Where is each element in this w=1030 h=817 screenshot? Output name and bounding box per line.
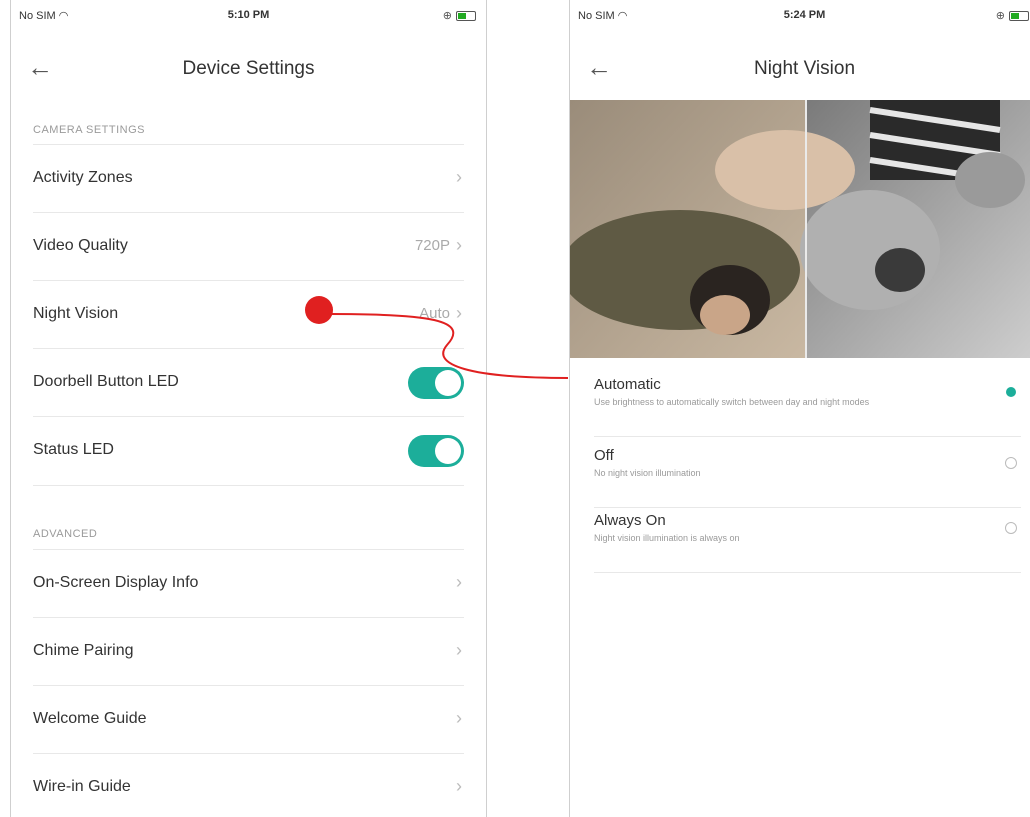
doorbell-button-led-row: Doorbell Button LED bbox=[33, 348, 464, 417]
status-bar: No SIM ◠ 5:10 PM ⊕ bbox=[11, 0, 486, 30]
status-led-row: Status LED bbox=[33, 416, 464, 486]
row-value: Auto bbox=[419, 305, 450, 322]
option-off[interactable]: Off No night vision illumination bbox=[594, 447, 1021, 508]
chevron-right-icon: › bbox=[456, 640, 462, 660]
status-time: 5:24 PM bbox=[783, 9, 826, 21]
option-description: No night vision illumination bbox=[594, 468, 701, 478]
option-automatic[interactable]: Automatic Use brightness to automaticall… bbox=[594, 376, 1021, 437]
option-title: Off bbox=[594, 447, 614, 464]
status-led-toggle[interactable] bbox=[408, 435, 464, 467]
activity-zones-row[interactable]: Activity Zones › bbox=[33, 144, 464, 213]
camera-settings-header: CAMERA SETTINGS bbox=[33, 124, 146, 136]
wire-in-guide-row[interactable]: Wire-in Guide › bbox=[33, 753, 464, 817]
nav-bar: ← Device Settings bbox=[11, 50, 486, 90]
chevron-right-icon: › bbox=[456, 303, 462, 323]
chevron-right-icon: › bbox=[456, 235, 462, 255]
battery-icon: ⊕ bbox=[443, 9, 476, 22]
row-label: Wire-in Guide bbox=[33, 778, 131, 795]
status-bar: No SIM ◠ 5:24 PM ⊕ bbox=[570, 0, 1030, 30]
battery-icon: ⊕ bbox=[996, 9, 1029, 22]
chevron-right-icon: › bbox=[456, 708, 462, 728]
radio-unselected-icon[interactable] bbox=[1005, 457, 1017, 469]
video-quality-row[interactable]: Video Quality 720P › bbox=[33, 212, 464, 281]
option-description: Use brightness to automatically switch b… bbox=[594, 397, 870, 407]
option-title: Always On bbox=[594, 512, 666, 529]
status-time: 5:10 PM bbox=[227, 9, 270, 21]
row-label: Activity Zones bbox=[33, 169, 133, 186]
night-vision-row[interactable]: Night Vision Auto › bbox=[33, 280, 464, 349]
advanced-header: ADVANCED bbox=[33, 528, 98, 540]
welcome-guide-row[interactable]: Welcome Guide › bbox=[33, 685, 464, 754]
row-label: Chime Pairing bbox=[33, 642, 134, 659]
chime-pairing-row[interactable]: Chime Pairing › bbox=[33, 617, 464, 686]
option-description: Night vision illumination is always on bbox=[594, 533, 740, 543]
page-title: Night Vision bbox=[753, 58, 856, 79]
option-always-on[interactable]: Always On Night vision illumination is a… bbox=[594, 512, 1021, 573]
night-vision-screen: No SIM ◠ 5:24 PM ⊕ ← Night Vision Automa… bbox=[569, 0, 1030, 817]
chevron-right-icon: › bbox=[456, 776, 462, 796]
option-title: Automatic bbox=[594, 376, 661, 393]
row-label: Welcome Guide bbox=[33, 710, 147, 727]
radio-selected-icon[interactable] bbox=[1006, 387, 1016, 397]
row-label: Doorbell Button LED bbox=[33, 373, 179, 390]
device-settings-screen: No SIM ◠ 5:10 PM ⊕ ← Device Settings CAM… bbox=[10, 0, 487, 817]
chevron-right-icon: › bbox=[456, 572, 462, 592]
on-screen-display-row[interactable]: On-Screen Display Info › bbox=[33, 549, 464, 618]
row-value: 720P bbox=[414, 237, 450, 254]
row-label: Video Quality bbox=[33, 237, 128, 254]
night-vision-preview-image bbox=[570, 100, 1030, 358]
row-label: Status LED bbox=[33, 441, 114, 458]
nav-bar: ← Night Vision bbox=[570, 50, 1030, 90]
row-label: On-Screen Display Info bbox=[33, 574, 199, 591]
radio-unselected-icon[interactable] bbox=[1005, 522, 1017, 534]
doorbell-led-toggle[interactable] bbox=[408, 367, 464, 399]
row-label: Night Vision bbox=[33, 305, 119, 322]
page-title: Device Settings bbox=[182, 58, 315, 79]
chevron-right-icon: › bbox=[456, 167, 462, 187]
